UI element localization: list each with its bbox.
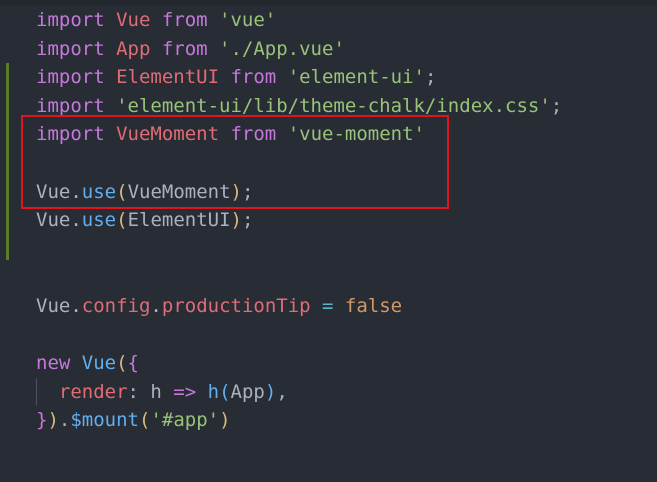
code-token: import xyxy=(36,66,105,89)
code-token: ) xyxy=(47,409,59,432)
code-token: ( xyxy=(219,380,231,403)
code-token: import xyxy=(36,94,105,117)
code-token: productionTip xyxy=(161,295,311,317)
code-token: { xyxy=(127,352,139,375)
code-token: false xyxy=(344,295,403,317)
code-token: . xyxy=(70,209,82,232)
code-token: from xyxy=(161,37,208,60)
code-line[interactable]: Vue.config.productionTip = false xyxy=(36,292,402,321)
code-token: h xyxy=(150,380,162,403)
code-token: ; xyxy=(550,94,563,117)
code-token: , xyxy=(276,380,288,403)
code-token: config xyxy=(81,295,151,317)
code-line[interactable]: new Vue({ xyxy=(36,349,139,378)
code-token: ; xyxy=(241,209,254,232)
code-token: 'element-ui' xyxy=(276,66,425,89)
code-editor[interactable]: import Vue from 'vue' import App from './… xyxy=(0,0,657,482)
code-line[interactable]: import App from './App.vue' xyxy=(36,35,345,64)
gutter-modified-marker xyxy=(6,63,9,260)
code-token: ElementUI xyxy=(104,66,231,89)
code-token: ( xyxy=(139,409,151,432)
code-line[interactable]: import ElementUI from 'element-ui'; xyxy=(36,63,436,92)
code-token: } xyxy=(36,409,48,432)
code-line[interactable]: Vue.use(ElementUI); xyxy=(36,206,253,235)
code-token: ( xyxy=(116,352,128,375)
code-token: Vue xyxy=(104,9,162,31)
code-token: '#app' xyxy=(150,409,220,432)
code-token: Vue xyxy=(36,209,71,232)
code-token: import xyxy=(36,9,105,31)
code-token: from xyxy=(230,66,277,89)
code-token: ) xyxy=(264,380,277,403)
code-line[interactable]: import Vue from 'vue' xyxy=(36,6,276,35)
code-token: 'vue' xyxy=(207,9,277,31)
code-token: Vue xyxy=(36,295,71,317)
code-token: from xyxy=(161,9,208,31)
highlight-annotation-box xyxy=(21,115,449,209)
code-token: 'element-ui/lib/theme-chalk/index.css' xyxy=(104,94,551,117)
code-token: ElementUI xyxy=(127,209,231,232)
code-token: ) xyxy=(219,409,231,432)
code-token: App xyxy=(104,37,162,60)
code-token: import xyxy=(36,37,105,60)
code-token: h xyxy=(207,380,220,403)
code-token: . xyxy=(58,409,71,432)
code-token: Vue xyxy=(70,352,117,375)
code-line[interactable]: }).$mount('#app') xyxy=(36,406,231,435)
code-token: render xyxy=(36,380,128,403)
code-token: $mount xyxy=(70,409,139,432)
code-token: ) xyxy=(230,209,242,232)
code-token: ( xyxy=(116,209,128,232)
code-line[interactable]: render: h => h(App), xyxy=(36,378,288,407)
scroll-edge xyxy=(0,0,657,5)
code-token: . xyxy=(70,295,82,317)
code-token: . xyxy=(150,295,162,317)
code-token: ; xyxy=(424,66,437,89)
code-token: : xyxy=(127,380,151,403)
code-token: App xyxy=(230,380,265,403)
code-token: './App.vue' xyxy=(207,37,345,60)
code-token: new xyxy=(36,352,71,375)
code-token: use xyxy=(81,209,117,232)
code-token: = xyxy=(310,295,345,317)
code-token: => xyxy=(161,380,208,403)
